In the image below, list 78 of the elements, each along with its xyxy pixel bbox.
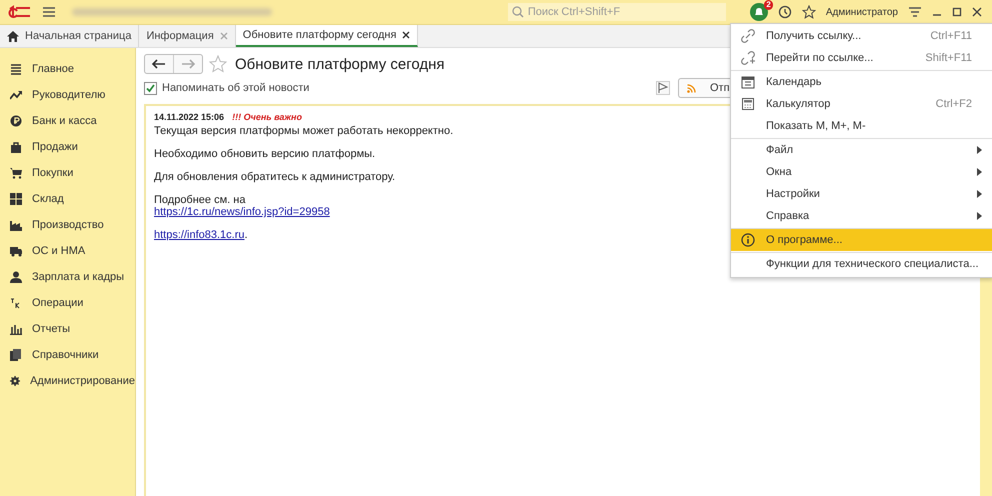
bell-icon[interactable] [750,3,768,21]
coin-icon [10,115,22,127]
submenu-arrow-icon [977,212,982,220]
rss-icon [687,84,696,92]
tab[interactable]: Обновите платформу сегодня [236,25,418,47]
truck-icon [10,245,22,257]
news-text: Текущая версия платформы может работать некорректно. [154,125,454,137]
checkbox[interactable] [144,82,157,94]
close-icon[interactable] [402,31,410,39]
calculator-icon [741,97,755,111]
gear-icon [10,375,20,387]
submenu-arrow-icon [977,168,982,176]
menu-item[interactable]: Функции для технического специалиста... [731,252,992,275]
menu-item[interactable]: О программе... [731,228,992,251]
notification-badge: 2 [764,0,773,10]
news-text: https://info83.1c.ru. [154,229,248,241]
menu-item[interactable]: Перейти по ссылке... Shift+F11 [731,47,992,69]
sidebar-item[interactable]: Отчеты [32,323,70,335]
menu-item[interactable]: Файл [731,138,992,161]
submenu-arrow-icon [977,190,982,198]
menu-item[interactable]: Получить ссылку... Ctrl+F11 [731,25,992,47]
sidebar-item[interactable]: ОС и НМА [32,245,86,257]
submenu-arrow-icon [977,146,982,154]
sidebar-item[interactable]: Главное [32,63,74,75]
link-icon [741,29,755,43]
books-icon [10,349,22,361]
menu-item[interactable]: Справка [731,205,992,227]
news-text: Необходимо обновить версию платформы. [154,148,376,160]
page-title: Обновите платформу сегодня [235,56,445,72]
bag-icon [10,141,22,153]
list-icon [10,63,22,75]
sidebar-item[interactable]: Покупки [32,167,74,179]
news-date: 14.11.2022 15:06 [154,112,224,122]
sidebar-item[interactable]: Производство [32,219,104,231]
person-icon [10,271,22,283]
factory-icon [10,219,22,231]
search-icon [512,6,524,18]
checkbox-label[interactable]: Напоминать об этой новости [162,82,310,94]
sidebar-item[interactable]: Продажи [32,141,78,153]
importance-label: !!! Очень важно [232,112,302,122]
search-field[interactable]: Поиск Ctrl+Shift+F [508,3,726,21]
news-link[interactable]: https://1c.ru/news/info.jsp?id=29958 [154,206,330,218]
grid-icon [10,193,22,205]
logo-icon [8,5,32,19]
menu-item[interactable]: Окна [731,161,992,183]
close-icon[interactable] [972,7,982,17]
tab[interactable]: Начальная страница [0,25,140,47]
home-icon [7,30,19,42]
menu-item[interactable]: Настройки [731,183,992,205]
history-icon[interactable] [778,5,792,19]
news-link[interactable]: https://info83.1c.ru [154,229,244,241]
sidebar-item[interactable]: Администрирование [30,375,135,387]
star-icon[interactable] [802,5,816,19]
sidebar-item[interactable]: Банк и касса [32,115,97,127]
calendar-icon [741,75,755,89]
sidebar-item[interactable]: Справочники [32,349,99,361]
menu-icon[interactable] [42,6,56,18]
sidebar-item[interactable]: Склад [32,193,64,205]
letters-icon [10,297,22,309]
feed-button[interactable]: Отп [678,78,732,98]
cart-icon [10,167,22,179]
menu-item[interactable]: Калькулятор Ctrl+F2 [731,93,992,115]
user-name[interactable]: Администратор [826,6,898,18]
maximize-icon[interactable] [952,7,962,17]
link-plus-icon [741,51,755,65]
trend-icon [10,89,22,101]
flag-icon[interactable] [656,81,670,95]
bar-chart-icon [10,323,22,335]
favorite-star-icon[interactable] [209,55,227,73]
sidebar-item[interactable]: Руководителю [32,89,106,101]
menu-item[interactable]: Календарь [731,70,992,93]
info-icon [741,233,755,247]
news-text: Подробнее см. на [154,194,246,206]
menu-item[interactable]: Показать M, M+, M- [731,115,992,137]
news-text: Для обновления обратитесь к администратору. [154,171,396,183]
sidebar-item[interactable]: Зарплата и кадры [32,271,124,283]
sidebar-item[interactable]: Операции [32,297,84,309]
settings-menu-icon[interactable] [908,6,922,18]
